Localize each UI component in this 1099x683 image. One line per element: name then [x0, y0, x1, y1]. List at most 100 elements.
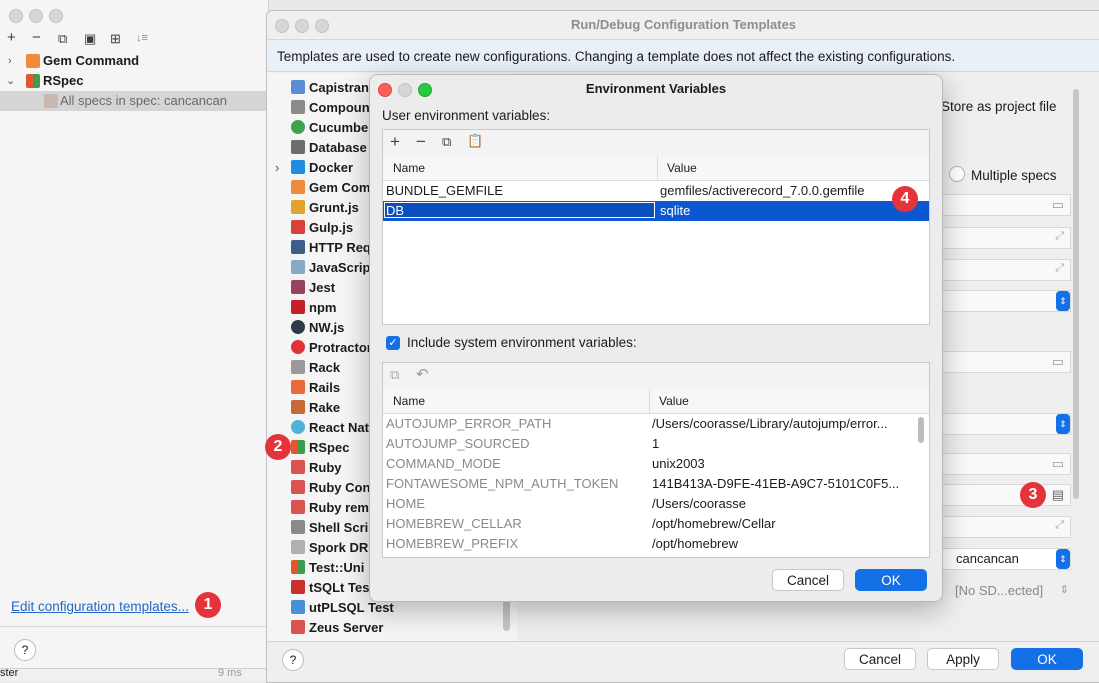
expand-icon[interactable]: ⤢ [1055, 262, 1064, 275]
table-row[interactable]: COMMAND_MODE unix2003 [383, 454, 923, 474]
tree-item-gem-command[interactable]: › Gem Command [0, 51, 266, 71]
template-item[interactable]: HTTP Req [291, 238, 371, 258]
updown-icon[interactable]: ⇕ [1056, 291, 1070, 311]
updown-icon[interactable]: ⇕ [1056, 414, 1070, 434]
add-variable-button[interactable]: + [390, 132, 400, 152]
cancel-button[interactable]: Cancel [844, 648, 916, 670]
copy-config-icon[interactable]: ⧉ [58, 31, 67, 47]
column-header-name[interactable]: Name [393, 156, 425, 180]
paste-variable-icon[interactable]: 📋 [467, 133, 483, 149]
remove-config-button[interactable]: − [32, 29, 41, 46]
save-config-icon[interactable]: ▣ [84, 31, 96, 47]
add-config-button[interactable]: + [7, 29, 16, 46]
copy-variable-icon[interactable]: ⧉ [442, 134, 451, 150]
table-row[interactable]: HOMEBREW_CELLAR/opt/homebrew/Cellar [383, 514, 923, 534]
args-field[interactable]: ⤢ [937, 259, 1071, 281]
template-item[interactable]: npm [291, 298, 336, 318]
folder-icon[interactable]: ▭ [1052, 456, 1064, 472]
help-button[interactable]: ? [282, 649, 304, 671]
expand-icon[interactable]: ⤢ [1055, 230, 1064, 243]
field[interactable]: ⤢ [937, 516, 1071, 538]
options-field[interactable]: ⤢ [937, 227, 1071, 249]
tree-item-all-specs[interactable]: All specs in spec: cancancan [0, 91, 266, 111]
template-item[interactable]: Rails [291, 378, 340, 398]
table-row[interactable]: AUTOJUMP_SOURCED 1 [383, 434, 923, 454]
template-item[interactable]: JavaScrip [291, 258, 370, 278]
var-value[interactable]: gemfiles/activerecord_7.0.0.gemfile [660, 181, 865, 201]
window-zoom-button[interactable] [49, 9, 63, 23]
table-row[interactable]: FONTAWESOME_NPM_AUTH_TOKEN 141B413A-D9FE-… [383, 474, 923, 494]
folder-icon[interactable]: ▭ [1052, 197, 1064, 213]
template-item[interactable]: Database [291, 138, 367, 158]
system-env-scrollbar[interactable] [918, 417, 924, 443]
table-row[interactable]: BUNDLE_GEMFILE gemfiles/activerecord_7.0… [383, 181, 929, 201]
remove-variable-button[interactable]: − [416, 132, 426, 152]
env-vars-field[interactable]: ▤ [937, 484, 1071, 506]
path-field[interactable]: ▭ [937, 194, 1071, 216]
template-item[interactable]: Spork DR [291, 538, 368, 558]
new-folder-icon[interactable]: ⊞ [110, 31, 121, 47]
settings-scrollbar[interactable] [1073, 89, 1079, 499]
dialog-ok-button[interactable]: OK [855, 569, 927, 591]
template-item[interactable]: Rake [291, 398, 340, 418]
window-minimize-button[interactable] [29, 9, 43, 23]
template-item[interactable]: Ruby [291, 458, 342, 478]
apply-button[interactable]: Apply [927, 648, 999, 670]
sdk-select[interactable]: [No SD...ected] ⇕ [937, 581, 1071, 603]
working-dir-field[interactable]: ▭ [937, 453, 1071, 475]
template-item[interactable]: › Docker [275, 158, 353, 178]
table-row[interactable]: AUTOJUMP_ERROR_PATH/Users/coorasse/Libra… [383, 414, 923, 434]
template-item[interactable]: Shell Scri [291, 518, 368, 538]
var-value[interactable]: sqlite [660, 201, 690, 221]
template-item[interactable]: Cucumber [291, 118, 373, 138]
help-button[interactable]: ? [14, 639, 36, 661]
include-system-checkbox[interactable]: ✓ [386, 336, 400, 350]
template-item[interactable]: Gulp.js [291, 218, 353, 238]
ok-button[interactable]: OK [1011, 648, 1083, 670]
chevron-right-icon[interactable]: › [275, 158, 279, 178]
template-item[interactable]: Gem Com [291, 178, 370, 198]
updown-icon[interactable]: ⇕ [1060, 583, 1069, 596]
project-select[interactable]: cancancan ⇕ [937, 548, 1071, 570]
sort-icon[interactable]: ↓≡ [136, 32, 148, 44]
template-item[interactable]: tSQLt Tes [291, 578, 369, 598]
tree-item-rspec[interactable]: ⌄ RSpec [0, 71, 266, 91]
column-header-value[interactable]: Value [659, 389, 689, 413]
expand-icon[interactable]: ⤢ [1055, 519, 1064, 532]
copy-icon[interactable]: ⧉ [390, 367, 399, 383]
template-item[interactable]: Zeus Server [291, 618, 383, 638]
select-field[interactable]: ⇕ [937, 413, 1071, 435]
template-item[interactable]: Test::Uni [291, 558, 364, 578]
var-name[interactable]: BUNDLE_GEMFILE [386, 181, 503, 201]
cell-editor[interactable] [384, 202, 655, 218]
column-header-name[interactable]: Name [393, 389, 425, 413]
var-name[interactable]: DB [386, 201, 404, 221]
dir-field[interactable]: ▭ [937, 351, 1071, 373]
chevron-right-icon[interactable]: › [8, 51, 12, 71]
edit-configuration-templates-link[interactable]: Edit configuration templates... [11, 599, 189, 614]
template-item[interactable]: Protractor [291, 338, 372, 358]
template-item[interactable]: NW.js [291, 318, 344, 338]
undo-icon[interactable]: ↶ [416, 365, 429, 383]
column-header-value[interactable]: Value [667, 156, 697, 180]
template-item[interactable]: Rack [291, 358, 340, 378]
template-item[interactable]: Capistrano [291, 78, 377, 98]
template-item[interactable]: Ruby Con [291, 478, 370, 498]
multiple-specs-radio[interactable] [949, 166, 965, 182]
dialog-cancel-button[interactable]: Cancel [772, 569, 844, 591]
template-item[interactable]: Grunt.js [291, 198, 359, 218]
table-row-selected[interactable]: DB sqlite [383, 201, 929, 221]
template-item-rspec[interactable]: RSpec [291, 438, 349, 458]
select-field[interactable]: ⇕ [937, 290, 1071, 312]
env-vars-browse-icon[interactable]: ▤ [1052, 487, 1064, 503]
table-row[interactable]: HOMEBREW_PREFIX/opt/homebrew [383, 534, 923, 554]
template-item[interactable]: Ruby rem [291, 498, 369, 518]
template-item[interactable]: Jest [291, 278, 335, 298]
updown-icon[interactable]: ⇕ [1056, 549, 1070, 569]
window-close-button[interactable] [9, 9, 23, 23]
folder-icon[interactable]: ▭ [1052, 354, 1064, 370]
template-item[interactable]: React Nat [291, 418, 369, 438]
table-row[interactable]: HOME/Users/coorasse [383, 494, 923, 514]
chevron-down-icon[interactable]: ⌄ [6, 71, 15, 91]
template-item[interactable]: Compound [291, 98, 378, 118]
